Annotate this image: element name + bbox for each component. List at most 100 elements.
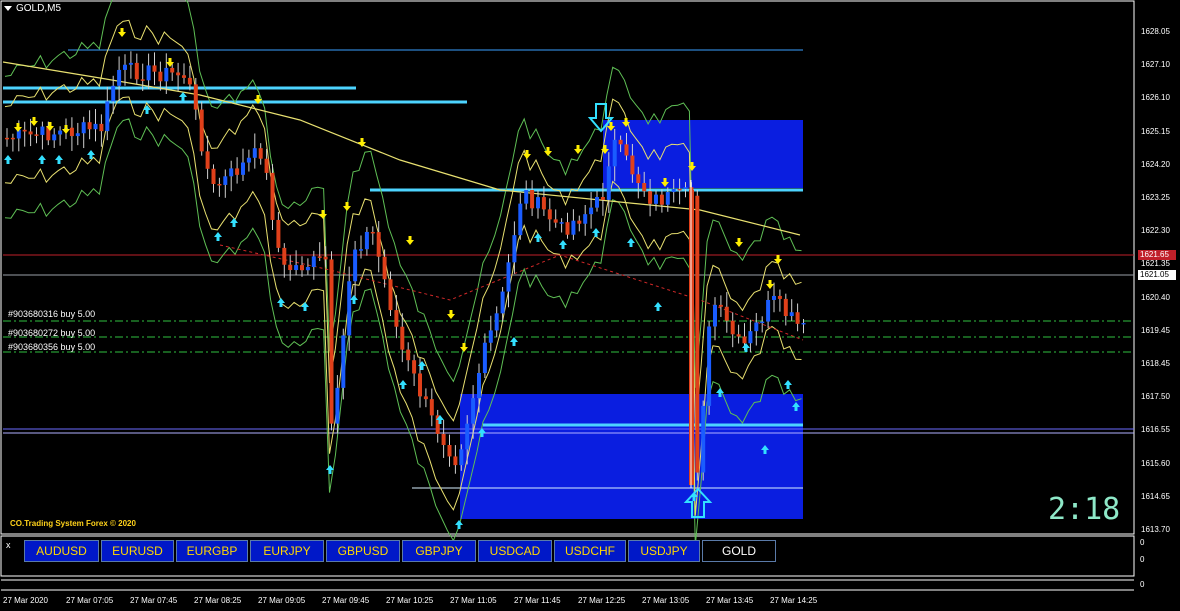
candle-body [394, 310, 399, 327]
order-label[interactable]: #903680356 buy 5.00 [8, 342, 95, 352]
candle-body [801, 322, 806, 325]
candle-body [187, 77, 192, 85]
time-tick-label: 27 Mar 12:25 [578, 596, 626, 605]
candle-body [547, 209, 552, 220]
candle-body [441, 433, 446, 446]
candle-body [541, 197, 546, 210]
candle-body [665, 192, 670, 205]
candle-body [789, 312, 794, 317]
candle-body [258, 148, 263, 159]
symbol-button-eurjpy[interactable]: EURJPY [250, 540, 324, 562]
symbol-button-usdjpy[interactable]: USDJPY [628, 540, 700, 562]
time-tick-label: 27 Mar 14:25 [770, 596, 818, 605]
time-tick-label: 27 Mar 09:45 [322, 596, 370, 605]
candle-body [229, 168, 234, 177]
symbol-button-gold[interactable]: GOLD [702, 540, 776, 562]
candle-body [305, 266, 310, 271]
symbol-button-audusd[interactable]: AUDUSD [24, 540, 99, 562]
candle-body [559, 222, 564, 224]
candle-body [199, 109, 204, 152]
candle-body [28, 131, 33, 135]
candle-body [406, 349, 411, 361]
close-icon[interactable]: x [6, 540, 11, 550]
buy-arrow-icon [179, 92, 187, 101]
subwindow-axis-value: 0 [1140, 580, 1145, 589]
candle-body [677, 188, 682, 191]
sell-arrow-icon [30, 117, 38, 126]
symbol-button-eurgbp[interactable]: EURGBP [176, 540, 248, 562]
candle-body [630, 155, 635, 175]
time-tick-label: 27 Mar 11:45 [514, 596, 561, 605]
candle-body [353, 249, 358, 282]
candle-body [335, 387, 340, 424]
candle-body [40, 126, 45, 135]
candle-body [783, 298, 788, 317]
buy-arrow-icon [627, 238, 635, 247]
candle-body [382, 256, 387, 280]
candle-timer: 2:18 [1048, 492, 1121, 527]
symbol-button-usdcad[interactable]: USDCAD [478, 540, 552, 562]
sell-arrow-icon [766, 280, 774, 289]
candle-body [158, 71, 163, 82]
price-tick-label: 1618.45 [1141, 359, 1170, 368]
candle-body [648, 191, 653, 204]
candle-body [52, 134, 57, 141]
sell-arrow-icon [735, 238, 743, 247]
symbol-button-gbpjpy[interactable]: GBPJPY [402, 540, 476, 562]
sell-arrow-icon [343, 202, 351, 211]
price-tick-label: 1616.55 [1141, 425, 1170, 435]
chart-title[interactable]: GOLD,M5 [4, 3, 61, 14]
candle-body [742, 336, 747, 344]
candle-body [140, 79, 145, 81]
symbol-button-eurusd[interactable]: EURUSD [101, 540, 174, 562]
order-label[interactable]: #903680272 buy 5.00 [8, 328, 95, 338]
chevron-down-icon[interactable] [4, 6, 12, 11]
buy-arrow-icon [399, 380, 407, 389]
buy-arrow-icon [55, 155, 63, 164]
buy-arrow-icon [534, 233, 542, 242]
time-tick-label: 27 Mar 07:45 [130, 596, 178, 605]
symbol-button-usdchf[interactable]: USDCHF [554, 540, 626, 562]
candle-body [589, 207, 594, 215]
candle-body [400, 326, 405, 350]
candle-body [34, 134, 39, 136]
candle-body [58, 130, 63, 135]
candle-body [223, 176, 228, 185]
candle-body [99, 123, 104, 132]
symbol-button-gbpusd[interactable]: GBPUSD [326, 540, 400, 562]
time-tick-label: 27 Mar 08:25 [194, 596, 242, 605]
candle-body [536, 197, 540, 209]
candle-body [595, 197, 599, 208]
sell-arrow-icon [62, 125, 70, 134]
price-chart[interactable] [0, 0, 1180, 611]
candle-body [512, 235, 517, 263]
candle-body [423, 396, 428, 400]
candle-body [117, 69, 122, 86]
chart-symbol-label: GOLD,M5 [16, 3, 62, 14]
candle-body [482, 342, 487, 373]
candle-body [465, 423, 470, 450]
candle-body [205, 151, 210, 169]
price-tick-label: 1620.40 [1141, 292, 1170, 302]
candle-body [329, 259, 334, 424]
candle-body [128, 62, 133, 65]
candle-body [211, 168, 216, 184]
buy-arrow-icon [784, 380, 792, 389]
candle-body [724, 306, 729, 321]
order-label[interactable]: #903680316 buy 5.00 [8, 309, 95, 319]
candle-body [766, 299, 771, 322]
subwindow-axis-value: 0 [1140, 538, 1145, 547]
buy-arrow-icon [4, 155, 12, 164]
red-line-price-tag: 1621.65 [1138, 250, 1176, 260]
candle-body [300, 265, 304, 271]
candle-body [659, 194, 664, 205]
candle-body [164, 67, 169, 82]
buy-arrow-icon [559, 240, 567, 249]
subwindow-axis-value: 0 [1140, 555, 1145, 564]
candle-body [152, 65, 157, 72]
candle-body [518, 203, 523, 236]
demand-zone [460, 394, 803, 519]
symbol-selector: AUDUSD EURUSD EURGBP EURJPY GBPUSD GBPJPY USDC… [24, 540, 776, 564]
candle-body [123, 64, 127, 70]
candle-body [459, 449, 464, 466]
